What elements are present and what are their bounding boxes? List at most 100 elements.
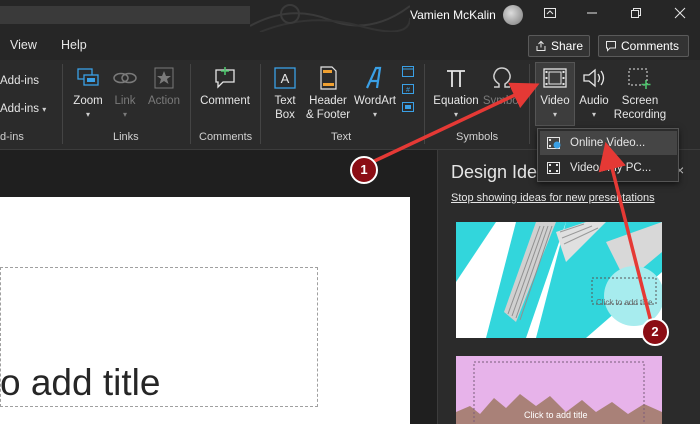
design-idea-thumbnail-2[interactable]: Click to add title [456,356,662,424]
thumbnail-1-title-text: Click to add title [596,298,653,307]
comment-label: Comment [200,95,250,107]
slide-editing-area: o add title [0,150,437,424]
wordart-button[interactable]: WordArt ▾ [352,66,398,122]
online-video-label: Online Video... [570,137,646,149]
header-footer-button[interactable]: Header & Footer [304,66,352,122]
text-box-icon: A [274,67,296,89]
comments-button[interactable]: Comments [598,35,689,57]
date-time-icon [402,66,414,77]
annotation-marker-1: 1 [350,156,378,184]
chevron-down-icon: ▾ [122,110,127,119]
thumbnail-2-title-text: Click to add title [524,410,588,420]
comments-group-label: Comments [199,131,253,143]
new-comment-icon [215,67,235,89]
chevron-down-icon: ▾ [453,110,458,119]
online-video-menu-item[interactable]: Online Video... [540,131,677,155]
addins-get-button[interactable]: Add-ins [0,74,39,88]
slide-number-icon: # [402,84,414,94]
text-small-buttons[interactable]: # [400,64,416,118]
stop-showing-ideas-link[interactable]: Stop showing ideas for new presentations [451,192,655,204]
zoom-label: Zoom [73,95,103,107]
user-name[interactable]: Vamien McKalin [410,8,496,22]
link-icon [113,72,137,84]
video-file-icon [547,162,560,174]
design-ideas-pane: Design Ide × Stop showing ideas for new … [437,150,700,424]
group-divider [190,64,191,144]
equation-label: Equation [433,95,479,107]
text-box-label-2: Box [275,109,295,121]
pi-icon [447,70,465,87]
online-video-icon [547,137,561,149]
group-divider [424,64,425,144]
video-pc-label-2: My PC... [607,162,652,174]
object-icon [402,102,414,112]
link-label: Link [114,95,136,107]
symbol-button[interactable]: Symbol [481,66,523,108]
addins-my-button[interactable]: Add-ins ▾ [0,102,46,117]
text-box-button[interactable]: A Text Box [268,66,302,122]
minimize-icon[interactable] [582,6,602,26]
screen-recording-label-1: Screen [621,95,659,107]
slide-canvas[interactable]: o add title [0,197,410,424]
group-divider [529,64,530,144]
tab-view[interactable]: View [10,38,37,52]
comments-label: Comments [621,39,680,53]
link-button[interactable]: Link ▾ [110,66,140,122]
wordart-label: WordArt [354,95,396,107]
zoom-button[interactable]: Zoom ▾ [70,66,106,122]
audio-button[interactable]: Audio ▾ [576,66,612,122]
video-button[interactable]: Video ▾ [535,66,575,122]
design-ideas-title: Design Ide [451,162,538,182]
chevron-down-icon: ▾ [591,110,596,119]
action-button[interactable]: Action [145,66,183,108]
action-label: Action [148,95,180,107]
symbol-label: Symbol [482,95,522,107]
addins-label-1: Add-ins [0,75,39,87]
video-label: Video [540,95,570,107]
star-icon [154,67,174,89]
header-footer-label-1: Header [309,95,347,107]
document-title-blurred [0,6,250,24]
chevron-down-icon: ▾ [552,110,557,119]
group-divider [62,64,63,144]
addins-group-label: d-ins [0,131,24,143]
video-pc-label-1: Video [570,162,600,174]
share-button[interactable]: Share [528,35,590,57]
header-footer-icon [320,66,337,90]
video-on-my-pc-menu-item[interactable]: Video My PC... [540,156,677,180]
ribbon-display-icon[interactable] [540,6,560,26]
new-comment-button[interactable]: Comment [197,66,253,108]
title-placeholder-text[interactable]: o add title [0,362,160,404]
title-bar: Vamien McKalin [0,0,700,32]
svg-text:A: A [281,71,290,86]
symbols-group-label: Symbols [456,131,499,143]
audio-label: Audio [579,95,609,107]
wordart-icon [365,66,382,89]
close-icon[interactable] [670,6,690,26]
video-dropdown-menu: Online Video... Video My PC... [537,128,679,182]
omega-icon [493,67,511,88]
equation-button[interactable]: Equation ▾ [432,66,480,122]
links-group-label: Links [113,131,139,143]
tab-help[interactable]: Help [61,38,87,52]
chevron-down-icon: ▾ [85,110,90,119]
group-divider [260,64,261,144]
design-idea-thumbnail-1[interactable]: Click to add title [456,222,662,338]
text-box-label-1: Text [274,95,296,107]
screen-recording-icon [628,68,651,89]
share-icon [536,40,546,51]
svg-text:#: # [406,87,410,94]
avatar[interactable] [503,5,523,25]
annotation-marker-2: 2 [641,318,669,346]
text-group-label: Text [331,131,352,143]
share-label: Share [550,39,583,53]
addins-label-2: Add-ins [0,103,39,115]
screen-recording-label-2: Recording [613,109,667,121]
restore-icon[interactable] [626,6,646,26]
powerpoint-window: Vamien McKalin View Help Share Comments [0,0,700,424]
screen-recording-button[interactable]: Screen Recording [612,66,668,122]
chevron-down-icon: ▾ [372,110,377,119]
header-footer-label-2: & Footer [305,109,351,121]
speaker-icon [583,68,605,88]
chevron-down-icon: ▾ [42,105,47,114]
